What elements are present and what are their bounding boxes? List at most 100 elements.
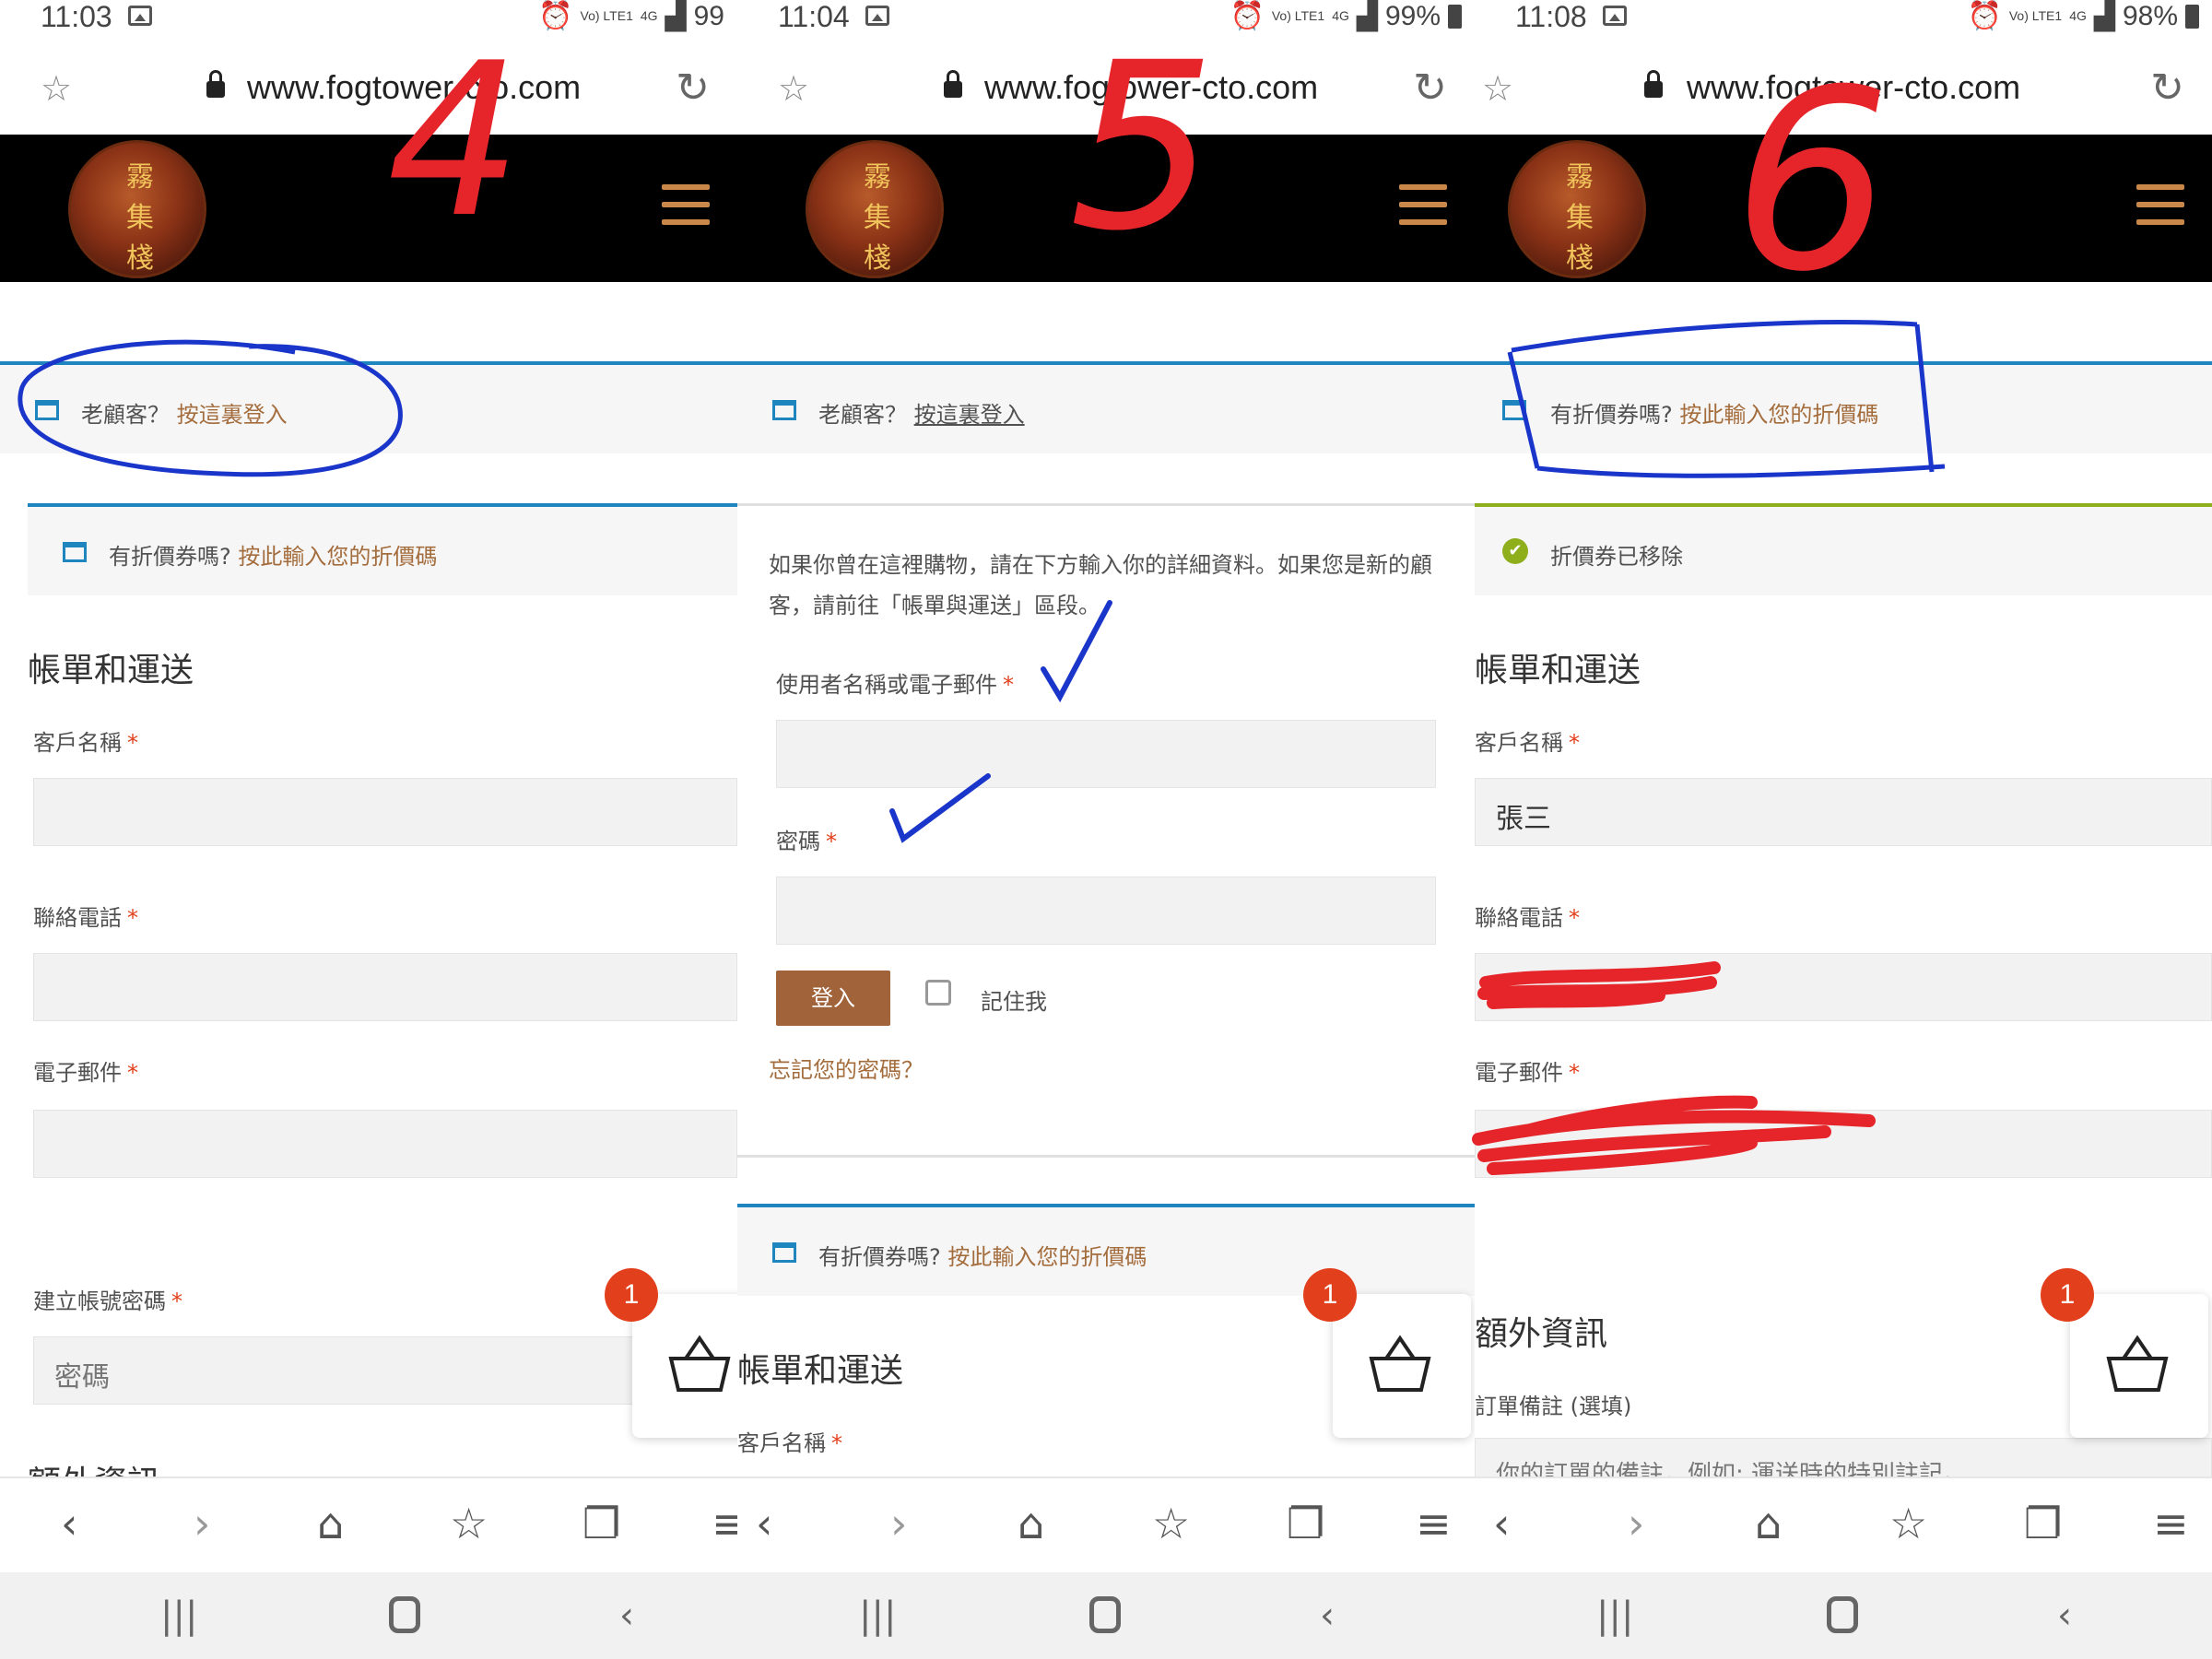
back-nav-icon[interactable]: ‹ [619, 1594, 634, 1637]
login-link[interactable]: 按這裏登入 [914, 402, 1025, 428]
home-button-icon[interactable] [1089, 1596, 1121, 1633]
logo-char: 集 [864, 202, 891, 234]
url-text[interactable]: www.fogtower-cto.com [1687, 68, 2020, 107]
back-icon[interactable]: ‹ [756, 1500, 772, 1547]
star-icon[interactable]: ☆ [1482, 68, 1513, 109]
site-logo[interactable]: 霧 集 棧 [806, 140, 944, 278]
network-gen: 4G [1332, 8, 1349, 23]
forgot-password-link[interactable]: 忘記您的密碼？ [769, 1052, 924, 1084]
reload-icon[interactable]: ↻ [1413, 65, 1447, 112]
returning-customer-notice: 老顧客？ 按這裏登入 [737, 361, 1475, 453]
bookmarks-icon[interactable]: ☆ [1889, 1500, 1927, 1547]
reload-icon[interactable]: ↻ [2150, 65, 2184, 112]
login-link[interactable]: 按這裏登入 [177, 402, 288, 428]
recents-icon[interactable]: ||| [160, 1594, 197, 1637]
android-nav-bar: ||| ‹ [1475, 1572, 2212, 1659]
home-button-icon[interactable] [1827, 1596, 1858, 1633]
phone-input[interactable] [1475, 953, 2212, 1021]
browser-bottom-bar: ‹ › ⌂ ☆ ❐ ≡ [0, 1477, 737, 1572]
home-icon[interactable]: ⌂ [1755, 1500, 1782, 1547]
username-label: 使用者名稱或電子郵件 * [776, 672, 1014, 698]
star-icon[interactable]: ☆ [778, 68, 809, 109]
cart-count-badge: 1 [1303, 1268, 1357, 1322]
browser-url-bar[interactable]: ☆ www.fogtower-cto.com ↻ [0, 53, 737, 127]
notice-text: 折價券已移除 [1550, 544, 1683, 570]
tabs-icon[interactable]: ❐ [582, 1500, 620, 1547]
hamburger-icon[interactable] [1399, 184, 1447, 225]
remember-checkbox[interactable] [925, 980, 951, 1006]
back-nav-icon[interactable]: ‹ [1320, 1594, 1335, 1637]
name-input[interactable]: 張三 [1475, 778, 2212, 846]
password-input[interactable] [776, 877, 1436, 945]
cart-button[interactable] [1333, 1294, 1471, 1438]
logo-char: 霧 [1566, 161, 1594, 194]
alarm-icon: ⏰ [1967, 1, 2002, 31]
notice-text: 老顧客？ [818, 402, 907, 428]
url-text[interactable]: www.fogtower-cto.com [247, 68, 581, 107]
battery-icon [2185, 4, 2199, 29]
name-label: 客戶名稱 * [737, 1430, 842, 1456]
recents-icon[interactable]: ||| [1596, 1594, 1633, 1637]
email-input[interactable] [33, 1110, 737, 1178]
battery-level: 98% [2122, 0, 2178, 31]
home-icon[interactable]: ⌂ [1018, 1500, 1044, 1547]
reload-icon[interactable]: ↻ [676, 65, 710, 112]
battery-level: 99% [1384, 0, 1441, 31]
phone-input[interactable] [33, 953, 737, 1021]
logo-char: 集 [126, 202, 154, 234]
home-icon[interactable]: ⌂ [317, 1500, 344, 1547]
status-time: 11:03 [41, 0, 112, 33]
phone-screen-6: 11:08 ⏰ Vo) LTE1 4G ▟ 98% ☆ www.fogtower… [1475, 0, 2212, 1659]
browser-url-bar[interactable]: ☆ www.fogtower-cto.com ↻ [737, 53, 1475, 127]
star-icon[interactable]: ☆ [41, 68, 72, 109]
email-input[interactable] [1475, 1110, 2212, 1178]
window-icon [35, 400, 59, 420]
home-button-icon[interactable] [389, 1596, 420, 1633]
name-label: 客戶名稱 * [33, 730, 138, 756]
bookmarks-icon[interactable]: ☆ [1152, 1500, 1190, 1547]
tabs-icon[interactable]: ❐ [2024, 1500, 2062, 1547]
forward-icon[interactable]: › [890, 1500, 907, 1547]
url-text[interactable]: www.fogtower-cto.com [984, 68, 1318, 107]
back-icon[interactable]: ‹ [1493, 1500, 1510, 1547]
status-indicators: ⏰ Vo) LTE1 4G ▟ 98% [1967, 0, 2199, 32]
status-indicators: ⏰ Vo) LTE1 4G ▟ 99% [1230, 0, 1462, 32]
recents-icon[interactable]: ||| [859, 1594, 896, 1637]
hamburger-icon[interactable] [2136, 184, 2184, 225]
login-button[interactable]: 登入 [776, 971, 890, 1026]
site-logo[interactable]: 霧 集 棧 [1508, 140, 1646, 278]
menu-icon[interactable]: ≡ [2153, 1500, 2189, 1547]
coupon-link[interactable]: 按此輸入您的折價碼 [1679, 402, 1878, 428]
site-header: 霧 集 棧 [737, 135, 1475, 282]
back-nav-icon[interactable]: ‹ [2057, 1594, 2072, 1637]
tabs-icon[interactable]: ❐ [1287, 1500, 1324, 1547]
browser-url-bar[interactable]: ☆ www.fogtower-cto.com ↻ [1475, 53, 2212, 127]
status-time: 11:04 [778, 0, 850, 33]
forward-icon[interactable]: › [1628, 1500, 1644, 1547]
cart-button[interactable] [2070, 1294, 2208, 1438]
coupon-link[interactable]: 按此輸入您的折價碼 [947, 1244, 1147, 1270]
menu-icon[interactable]: ≡ [1416, 1500, 1452, 1547]
coupon-notice: 有折價券嗎? 按此輸入您的折價碼 [737, 1204, 1475, 1296]
forward-icon[interactable]: › [194, 1500, 210, 1547]
login-intro: 如果你曾在這裡購物，請在下方輸入你的詳細資料。如果您是新的顧客，請前往「帳單與運… [769, 552, 1432, 618]
battery-level: 99 [693, 0, 724, 31]
window-icon [772, 400, 796, 420]
site-logo[interactable]: 霧 集 棧 [68, 140, 206, 278]
gallery-icon [1603, 6, 1627, 26]
hamburger-icon[interactable] [662, 184, 710, 225]
remember-label: 記住我 [981, 989, 1047, 1015]
notice-text: 有折價券嗎? [109, 544, 231, 570]
logo-char: 棧 [126, 242, 154, 275]
username-input[interactable] [776, 720, 1436, 788]
site-header: 霧 集 棧 [1475, 135, 2212, 282]
status-bar: 11:08 ⏰ Vo) LTE1 4G ▟ 98% [1475, 0, 2212, 37]
back-icon[interactable]: ‹ [61, 1500, 77, 1547]
menu-icon[interactable]: ≡ [712, 1500, 737, 1547]
site-header: 霧 集 棧 [0, 135, 737, 282]
gallery-icon [128, 6, 152, 26]
email-label: 電子郵件 * [1475, 1060, 1580, 1086]
coupon-link[interactable]: 按此輸入您的折價碼 [238, 544, 437, 570]
bookmarks-icon[interactable]: ☆ [450, 1500, 488, 1547]
name-input[interactable] [33, 778, 737, 846]
